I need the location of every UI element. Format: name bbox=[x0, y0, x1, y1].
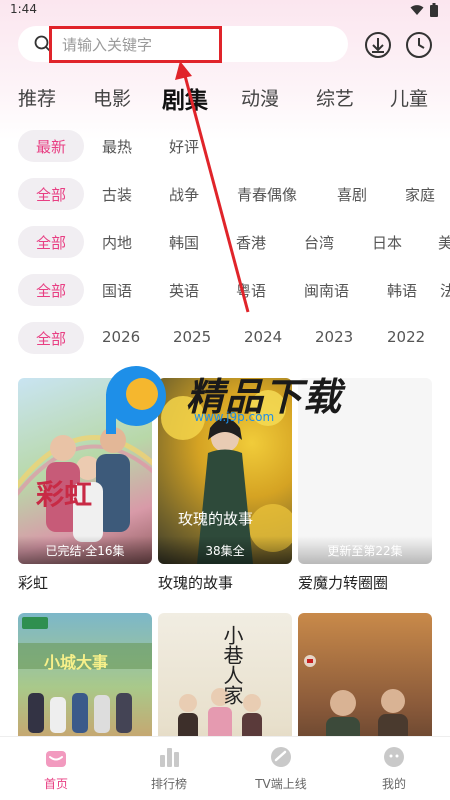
nav-tv[interactable]: TV端上线 bbox=[236, 745, 326, 792]
filter-item[interactable]: 闽南语 bbox=[304, 280, 349, 301]
filter-item[interactable]: 国语 bbox=[102, 280, 132, 301]
category-tabs: 推荐 电影 剧集 动漫 综艺 儿童 bbox=[0, 78, 450, 118]
nav-me[interactable]: 我的 bbox=[349, 745, 439, 792]
show-title: 爱魔力转圈圈 bbox=[298, 574, 389, 592]
filter-chip-latest[interactable]: 最新 bbox=[18, 130, 84, 162]
poster-title-art: 小巷人家 bbox=[220, 625, 244, 705]
filter-row-sort: 最新 最热 好评 bbox=[0, 125, 450, 165]
bottom-nav: 首页 排行榜 TV端上线 我的 bbox=[0, 736, 450, 800]
filter-item[interactable]: 古装 bbox=[102, 184, 132, 205]
history-icon[interactable] bbox=[405, 31, 433, 59]
show-title: 彩虹 bbox=[18, 574, 49, 592]
filter-chip-all[interactable]: 全部 bbox=[18, 274, 84, 306]
tab-movies[interactable]: 电影 bbox=[93, 84, 131, 111]
filter-item[interactable]: 青春偶像 bbox=[237, 184, 297, 205]
filter-item[interactable]: 韩国 bbox=[169, 232, 199, 253]
status-badge: 38集全 bbox=[158, 536, 292, 564]
wifi-icon bbox=[410, 5, 424, 15]
search-placeholder: 请输入关键字 bbox=[62, 35, 153, 54]
tab-kids[interactable]: 儿童 bbox=[390, 84, 428, 111]
filter-item[interactable]: 2025 bbox=[173, 328, 211, 346]
tab-variety[interactable]: 综艺 bbox=[316, 84, 354, 111]
poster-title-art: 彩虹 bbox=[36, 478, 93, 511]
status-bar: 1:44 bbox=[0, 0, 450, 22]
filter-item[interactable]: 台湾 bbox=[304, 232, 334, 253]
filter-item[interactable]: 家庭 bbox=[405, 184, 435, 205]
ranking-icon bbox=[160, 748, 179, 767]
filter-item[interactable]: 法 bbox=[440, 280, 450, 301]
search-input[interactable]: 请输入关键字 bbox=[18, 26, 348, 62]
download-icon[interactable] bbox=[364, 31, 392, 59]
filter-row-genre: 全部 古装 战争 青春偶像 喜剧 家庭 bbox=[0, 173, 450, 213]
filter-item[interactable]: 美 bbox=[438, 232, 450, 253]
nav-home[interactable]: 首页 bbox=[11, 745, 101, 792]
filter-item-hottest[interactable]: 最热 bbox=[102, 136, 132, 157]
show-card[interactable]: 玫瑰的故事 38集全 玫瑰的故事 bbox=[158, 378, 292, 593]
tab-anime[interactable]: 动漫 bbox=[241, 84, 279, 111]
show-card[interactable]: 更新至第22集 爱魔力转圈圈 bbox=[298, 378, 432, 593]
tab-series[interactable]: 剧集 bbox=[162, 81, 208, 115]
nav-label: 排行榜 bbox=[150, 777, 187, 791]
filter-item[interactable]: 2023 bbox=[315, 328, 353, 346]
filter-row-language: 全部 国语 英语 粤语 闽南语 韩语 法 bbox=[0, 269, 450, 309]
nav-label: 首页 bbox=[43, 777, 68, 791]
nav-label: 我的 bbox=[381, 777, 406, 791]
filter-item[interactable]: 香港 bbox=[236, 232, 266, 253]
filter-item[interactable]: 英语 bbox=[169, 280, 199, 301]
filter-row-region: 全部 内地 韩国 香港 台湾 日本 美 bbox=[0, 221, 450, 261]
home-icon bbox=[46, 751, 66, 767]
poster-title-art: 玫瑰的故事 bbox=[178, 510, 254, 528]
show-poster[interactable]: 更新至第22集 bbox=[298, 378, 432, 564]
filter-item[interactable]: 韩语 bbox=[387, 280, 417, 301]
poster-title-art: 小城大事 bbox=[44, 653, 109, 672]
filter-item[interactable]: 喜剧 bbox=[337, 184, 367, 205]
filter-item[interactable]: 内地 bbox=[102, 232, 132, 253]
filter-item[interactable]: 2024 bbox=[244, 328, 282, 346]
show-title: 玫瑰的故事 bbox=[158, 574, 234, 592]
tab-recommend[interactable]: 推荐 bbox=[18, 84, 56, 111]
nav-label: TV端上线 bbox=[255, 777, 307, 791]
battery-icon bbox=[430, 3, 438, 17]
status-icons bbox=[410, 3, 438, 17]
filter-item[interactable]: 日本 bbox=[372, 232, 402, 253]
filter-row-year: 全部 2026 2025 2024 2023 2022 bbox=[0, 317, 450, 357]
tv-icon bbox=[271, 747, 291, 767]
filter-item[interactable]: 粤语 bbox=[236, 280, 266, 301]
filter-chip-all[interactable]: 全部 bbox=[18, 322, 84, 354]
show-poster[interactable]: 玫瑰的故事 38集全 bbox=[158, 378, 292, 564]
search-icon bbox=[34, 35, 52, 53]
status-badge: 更新至第22集 bbox=[298, 536, 432, 564]
show-card[interactable]: 彩虹 已完结·全16集 彩虹 bbox=[18, 378, 152, 593]
status-badge: 已完结·全16集 bbox=[18, 536, 152, 564]
status-time: 1:44 bbox=[10, 2, 37, 16]
filter-item[interactable]: 2026 bbox=[102, 328, 140, 346]
nav-ranking[interactable]: 排行榜 bbox=[124, 745, 214, 792]
profile-icon bbox=[384, 747, 404, 767]
filter-item[interactable]: 2022 bbox=[387, 328, 425, 346]
show-poster[interactable]: 彩虹 已完结·全16集 bbox=[18, 378, 152, 564]
filter-chip-all[interactable]: 全部 bbox=[18, 226, 84, 258]
filter-item-top-rated[interactable]: 好评 bbox=[169, 136, 199, 157]
filter-chip-all[interactable]: 全部 bbox=[18, 178, 84, 210]
filter-item[interactable]: 战争 bbox=[169, 184, 199, 205]
